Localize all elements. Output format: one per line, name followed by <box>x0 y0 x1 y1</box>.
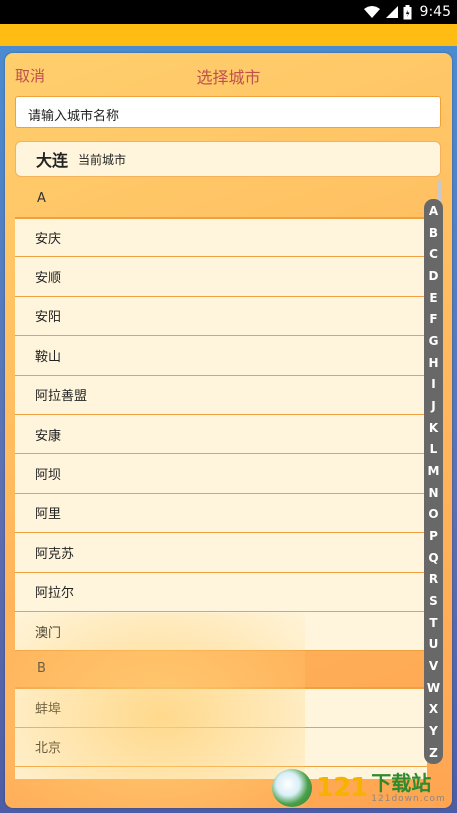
city-row[interactable]: 安顺 <box>15 257 427 297</box>
city-search-input[interactable]: 请输入城市名称 <box>15 96 441 128</box>
index-letter-t[interactable]: T <box>429 616 437 630</box>
city-row[interactable]: 阿克苏 <box>15 533 427 573</box>
wifi-icon <box>363 6 380 18</box>
section-header-b: B <box>37 661 46 677</box>
current-city-name: 大连 <box>36 151 69 170</box>
index-letter-p[interactable]: P <box>429 529 438 543</box>
status-icons: 9:45 <box>363 3 451 21</box>
city-list[interactable]: A 安庆 安顺 安阳 鞍山 阿拉善盟 安康 阿坝 阿里 阿克苏 阿拉尔 澳门 B… <box>15 181 427 779</box>
watermark-sub: 121down.com <box>371 794 446 804</box>
city-row[interactable]: 澳门 <box>15 611 427 652</box>
city-group-b: 蚌埠 北京 宝鸡 <box>15 687 427 779</box>
index-letter-y[interactable]: Y <box>429 724 438 738</box>
index-letter-l[interactable]: L <box>430 442 438 456</box>
current-city-row[interactable]: 大连 当前城市 <box>15 141 441 177</box>
current-city-label: 当前城市 <box>78 152 127 167</box>
index-letter-u[interactable]: U <box>429 637 439 651</box>
status-bar: 9:45 <box>0 0 457 24</box>
alphabet-index-bar[interactable]: A B C D E F G H I J K L M N O P Q R S T … <box>424 199 443 764</box>
index-letter-q[interactable]: Q <box>428 551 438 565</box>
city-row[interactable]: 蚌埠 <box>15 688 427 728</box>
index-letter-x[interactable]: X <box>429 702 438 716</box>
section-header-a: A <box>37 191 46 206</box>
battery-icon <box>403 4 412 19</box>
app-top-band <box>0 24 457 46</box>
city-row[interactable]: 阿拉尔 <box>15 572 427 612</box>
city-row[interactable]: 安阳 <box>15 296 427 337</box>
index-letter-d[interactable]: D <box>429 269 439 283</box>
index-letter-w[interactable]: W <box>427 681 440 695</box>
index-letter-h[interactable]: H <box>428 356 438 370</box>
index-letter-a[interactable]: A <box>429 204 438 218</box>
index-letter-c[interactable]: C <box>429 247 438 261</box>
index-letter-f[interactable]: F <box>429 312 437 326</box>
city-row[interactable]: 安康 <box>15 414 427 455</box>
index-letter-e[interactable]: E <box>429 291 437 305</box>
index-letter-j[interactable]: J <box>431 399 435 413</box>
index-letter-k[interactable]: K <box>429 421 438 435</box>
watermark-digits: 121 <box>316 773 368 803</box>
watermark-main: 下载站 <box>371 771 432 795</box>
index-letter-v[interactable]: V <box>429 659 438 673</box>
index-letter-r[interactable]: R <box>429 572 438 586</box>
city-group-a: 安庆 安顺 安阳 鞍山 阿拉善盟 安康 阿坝 阿里 阿克苏 阿拉尔 澳门 <box>15 217 427 652</box>
list-scrollbar[interactable] <box>438 180 441 202</box>
index-letter-s[interactable]: S <box>429 594 438 608</box>
signal-icon <box>385 6 398 18</box>
index-letter-n[interactable]: N <box>428 486 438 500</box>
city-row[interactable]: 阿里 <box>15 493 427 534</box>
index-letter-m[interactable]: M <box>428 464 440 478</box>
watermark-logo-icon <box>272 769 312 807</box>
index-letter-i[interactable]: I <box>431 377 435 391</box>
index-letter-b[interactable]: B <box>429 226 438 240</box>
city-row[interactable]: 阿坝 <box>15 454 427 494</box>
city-picker-dialog: 取消 选择城市 请输入城市名称 大连 当前城市 A 安庆 安顺 安阳 鞍山 阿拉… <box>5 53 452 808</box>
watermark: 121 下载站 121down.com <box>272 768 452 808</box>
city-row[interactable]: 鞍山 <box>15 336 427 376</box>
status-time: 9:45 <box>419 4 451 20</box>
index-letter-z[interactable]: Z <box>429 746 438 760</box>
dialog-title: 选择城市 <box>196 68 261 87</box>
watermark-text: 下载站 121down.com <box>371 772 446 804</box>
index-letter-o[interactable]: O <box>428 507 438 521</box>
city-row[interactable]: 安庆 <box>15 218 427 258</box>
index-letter-g[interactable]: G <box>429 334 439 348</box>
city-row[interactable]: 北京 <box>15 727 427 768</box>
city-row[interactable]: 阿拉善盟 <box>15 375 427 415</box>
